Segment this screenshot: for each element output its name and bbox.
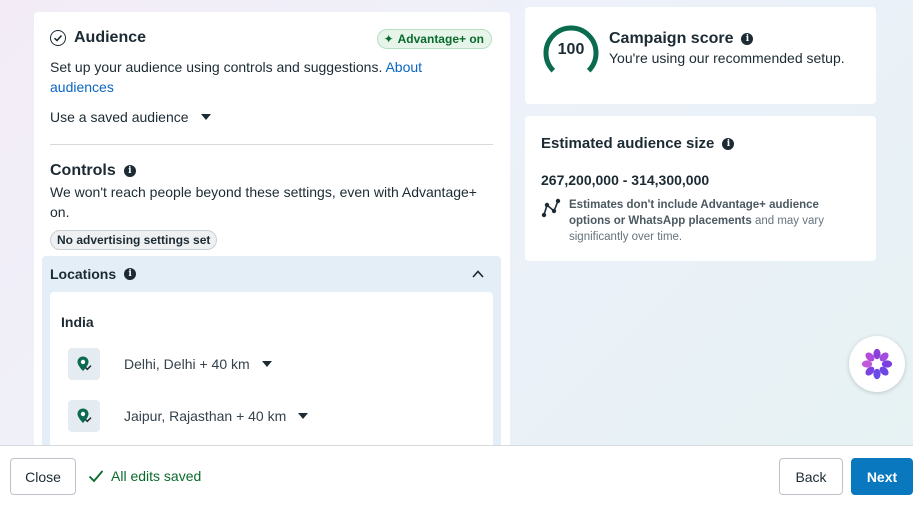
divider [50,144,493,145]
sparkle-icon: ✦ [383,32,394,46]
caret-down-icon[interactable] [261,361,272,367]
audience-size-title: Estimated audience size i [541,135,735,152]
info-icon[interactable]: i [722,137,735,150]
caret-down-icon[interactable] [298,413,309,419]
saved-audience-dropdown[interactable]: Use a saved audience [50,109,211,125]
audience-title: Audience [74,29,147,46]
audience-card: Audience ✦ Advantage+ on Set up your aud… [34,12,510,472]
advertising-settings-pill: No advertising settings set [50,230,218,250]
controls-title: Controls [50,162,116,179]
audience-size-range: 267,200,000 - 314,300,000 [541,172,710,188]
info-icon[interactable]: i [124,268,137,280]
campaign-score-subtitle: You're using our recommended setup. [609,50,845,66]
audience-size-label: Estimated audience size [541,135,715,152]
footer-bar: Close All edits saved Back Next [0,445,913,506]
location-pin-icon [68,348,100,380]
campaign-score-card: 100 Campaign score i You're using our re… [525,7,876,104]
campaign-score-title: Campaign score i [609,30,754,48]
location-label: Delhi, Delhi + 40 km [124,356,250,372]
info-icon[interactable]: i [123,165,136,177]
audience-description-text: Set up your audience using controls and … [50,59,383,75]
ai-assistant-button[interactable] [849,336,905,392]
checkmark-icon [88,470,104,483]
chevron-up-icon[interactable] [471,267,485,281]
locations-title: Locations [50,266,117,282]
advantage-badge-label: Advantage+ on [397,32,484,46]
campaign-score-label: Campaign score [609,30,734,47]
audience-description: Set up your audience using controls and … [50,57,470,97]
controls-description: We won't reach people beyond these setti… [50,184,477,220]
audience-size-note: Estimates don't include Advantage+ audie… [569,197,859,245]
location-label: Jaipur, Rajasthan + 40 km [124,408,287,424]
flower-icon [861,348,893,380]
back-button[interactable]: Back [779,458,843,495]
save-status-text: All edits saved [111,468,202,484]
save-status: All edits saved [88,468,201,484]
audience-header: Audience [50,29,146,47]
locations-header[interactable]: Locations i [50,266,137,282]
locations-panel: Locations i India Delhi, Delhi + 40 km J… [42,256,501,472]
location-item[interactable]: Jaipur, Rajasthan + 40 km [68,400,309,432]
controls-header: Controls i [50,162,136,180]
location-item[interactable]: Delhi, Delhi + 40 km [68,348,272,380]
info-icon[interactable]: i [741,33,754,45]
advantage-badge[interactable]: ✦ Advantage+ on [376,29,492,49]
close-button[interactable]: Close [10,458,76,495]
country-label: India [61,314,94,330]
caret-down-icon [200,114,211,120]
next-button[interactable]: Next [851,458,913,495]
check-circle-icon [50,30,66,46]
score-value: 100 [557,41,585,58]
saved-audience-label: Use a saved audience [50,109,189,125]
audience-size-card: Estimated audience size i 267,200,000 - … [525,116,876,261]
location-pin-icon [68,400,100,432]
network-icon [541,198,561,218]
